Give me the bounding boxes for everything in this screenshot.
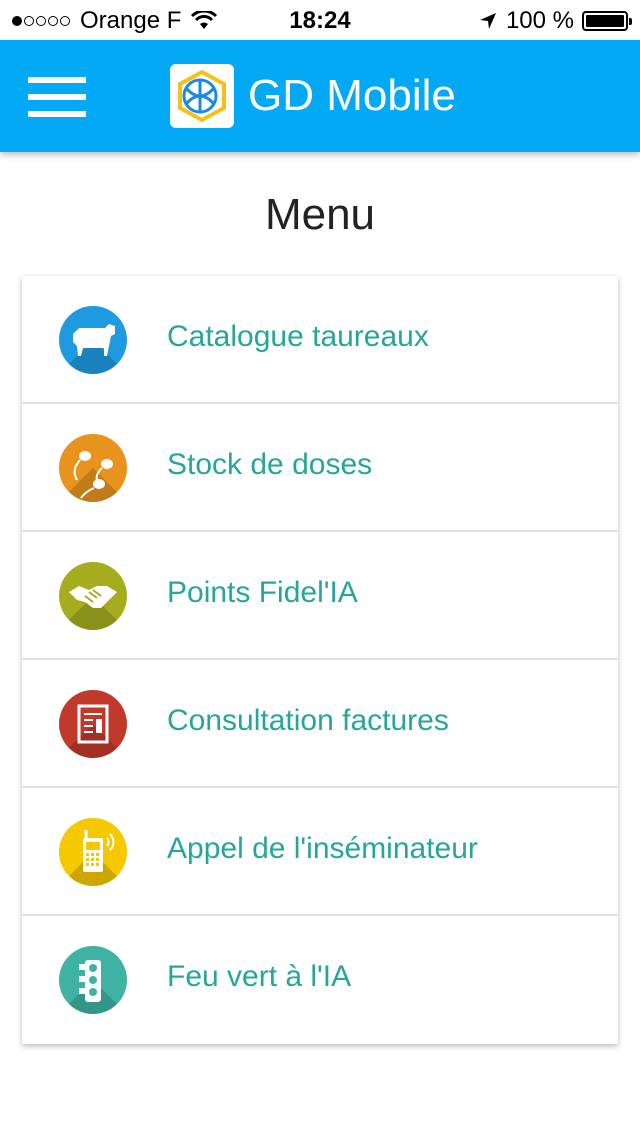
status-bar: Orange F 18:24 100 % [0, 0, 640, 40]
phone-icon [59, 818, 127, 886]
menu-item-consultation-factures[interactable]: Consultation factures [22, 660, 618, 788]
menu-item-feu-vert-ia[interactable]: Feu vert à l'IA [22, 916, 618, 1044]
menu-item-label: Points Fidel'IA [167, 576, 358, 609]
menu-item-catalogue-taureaux[interactable]: Catalogue taureaux [22, 276, 618, 404]
page-title: Menu [264, 190, 376, 239]
traffic-light-icon [59, 946, 127, 1014]
location-arrow-icon [479, 13, 496, 29]
menu-item-label: Catalogue taureaux [167, 320, 429, 353]
cow-icon [59, 306, 127, 374]
menu-item-appel-inseminateur[interactable]: Appel de l'inséminateur [22, 788, 618, 916]
menu-list: Catalogue taureaux Stock de doses Points… [22, 276, 618, 1044]
handshake-icon [59, 562, 127, 630]
sperm-icon [59, 434, 127, 502]
app-logo [170, 64, 234, 128]
menu-item-points-fidelia[interactable]: Points Fidel'IA [22, 532, 618, 660]
app-title: GD Mobile [248, 71, 456, 120]
menu-item-stock-de-doses[interactable]: Stock de doses [22, 404, 618, 532]
status-right: 100 % [478, 7, 632, 35]
menu-item-label: Consultation factures [167, 704, 449, 737]
menu-item-label: Feu vert à l'IA [167, 960, 352, 993]
invoice-icon [59, 690, 127, 758]
menu-item-label: Stock de doses [167, 448, 373, 481]
menu-item-label: Appel de l'inséminateur [167, 832, 478, 865]
battery-percent: 100 % [505, 7, 574, 34]
battery-icon [582, 11, 632, 31]
hamburger-menu-icon[interactable] [28, 77, 88, 117]
app-bar: GD Mobile [0, 40, 640, 152]
